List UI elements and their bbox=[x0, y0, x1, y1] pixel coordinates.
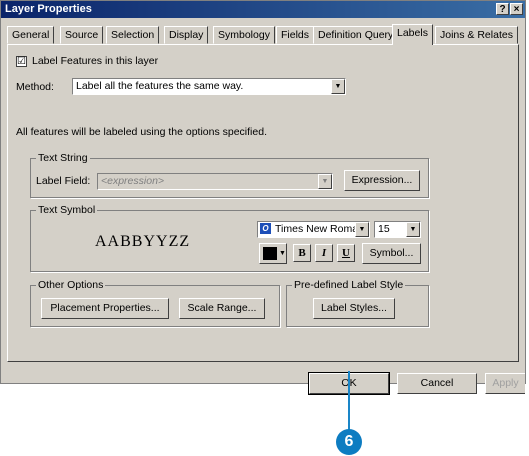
tab-symbology[interactable]: Symbology bbox=[213, 26, 275, 44]
bold-button[interactable]: B bbox=[293, 244, 311, 262]
font-size-select[interactable]: 15 ▼ bbox=[374, 221, 421, 238]
tab-joins-relates[interactable]: Joins & Relates bbox=[435, 26, 518, 44]
symbol-button[interactable]: Symbol... bbox=[362, 243, 421, 264]
font-select[interactable]: O Times New Roma ▼ bbox=[257, 221, 370, 238]
help-icon[interactable]: ? bbox=[496, 3, 509, 15]
label-features-checkbox[interactable]: ☑ bbox=[16, 56, 27, 67]
tab-fields[interactable]: Fields bbox=[276, 26, 315, 44]
expression-button[interactable]: Expression... bbox=[344, 170, 420, 191]
font-value: Times New Roma bbox=[275, 223, 359, 235]
method-select[interactable]: Label all the features the same way. ▼ bbox=[72, 78, 346, 95]
chevron-down-icon[interactable]: ▼ bbox=[331, 79, 345, 94]
tab-labels[interactable]: Labels bbox=[392, 24, 433, 45]
other-options-legend: Other Options bbox=[36, 279, 106, 291]
font-type-icon: O bbox=[260, 223, 271, 234]
chevron-down-icon: ▼ bbox=[279, 250, 286, 257]
chevron-down-icon: ▼ bbox=[318, 174, 332, 189]
predefined-legend: Pre-defined Label Style bbox=[292, 279, 406, 291]
label-features-label: Label Features in this layer bbox=[32, 55, 159, 67]
text-string-group: Text String Label Field: <expression> ▼ … bbox=[30, 152, 429, 198]
method-value: Label all the features the same way. bbox=[76, 80, 244, 92]
font-size-value: 15 bbox=[378, 223, 390, 235]
info-text: All features will be labeled using the o… bbox=[16, 126, 267, 138]
text-string-legend: Text String bbox=[36, 152, 90, 164]
tab-selection[interactable]: Selection bbox=[106, 26, 160, 44]
chevron-down-icon[interactable]: ▼ bbox=[355, 222, 369, 237]
predefined-label-style-group: Pre-defined Label Style Label Styles... bbox=[286, 279, 429, 327]
tab-general[interactable]: General bbox=[7, 26, 55, 44]
scale-range-button[interactable]: Scale Range... bbox=[179, 298, 265, 319]
text-symbol-legend: Text Symbol bbox=[36, 204, 98, 216]
close-icon[interactable]: × bbox=[510, 3, 523, 15]
italic-button[interactable]: I bbox=[315, 244, 333, 262]
tab-display[interactable]: Display bbox=[164, 26, 209, 44]
underline-button[interactable]: U bbox=[337, 244, 355, 262]
label-field-select: <expression> ▼ bbox=[97, 173, 333, 190]
apply-button[interactable]: Apply bbox=[485, 373, 525, 394]
text-symbol-preview: AABBYYZZ bbox=[95, 233, 191, 250]
text-symbol-group: Text Symbol AABBYYZZ O Times New Roma ▼ … bbox=[30, 204, 429, 272]
tab-source[interactable]: Source bbox=[60, 26, 104, 44]
callout-pointer-line bbox=[348, 371, 350, 431]
other-options-group: Other Options Placement Properties... Sc… bbox=[30, 279, 280, 327]
title-bar: Layer Properties ? × bbox=[1, 1, 525, 18]
method-label: Method: bbox=[16, 81, 54, 93]
tab-definition-query[interactable]: Definition Query bbox=[313, 26, 399, 44]
labels-panel: ☑ Label Features in this layer Method: L… bbox=[7, 44, 519, 362]
label-styles-button[interactable]: Label Styles... bbox=[313, 298, 395, 319]
color-picker-button[interactable]: ▼ bbox=[259, 243, 287, 264]
label-field-label: Label Field: bbox=[36, 175, 91, 187]
color-swatch bbox=[263, 247, 277, 260]
window-title: Layer Properties bbox=[5, 3, 92, 15]
label-field-value: <expression> bbox=[101, 175, 165, 187]
chevron-down-icon[interactable]: ▼ bbox=[406, 222, 420, 237]
layer-properties-dialog: Layer Properties ? × General Source Sele… bbox=[0, 0, 526, 394]
placement-properties-button[interactable]: Placement Properties... bbox=[41, 298, 169, 319]
cancel-button[interactable]: Cancel bbox=[397, 373, 477, 394]
step-number-callout: 6 bbox=[336, 429, 362, 455]
